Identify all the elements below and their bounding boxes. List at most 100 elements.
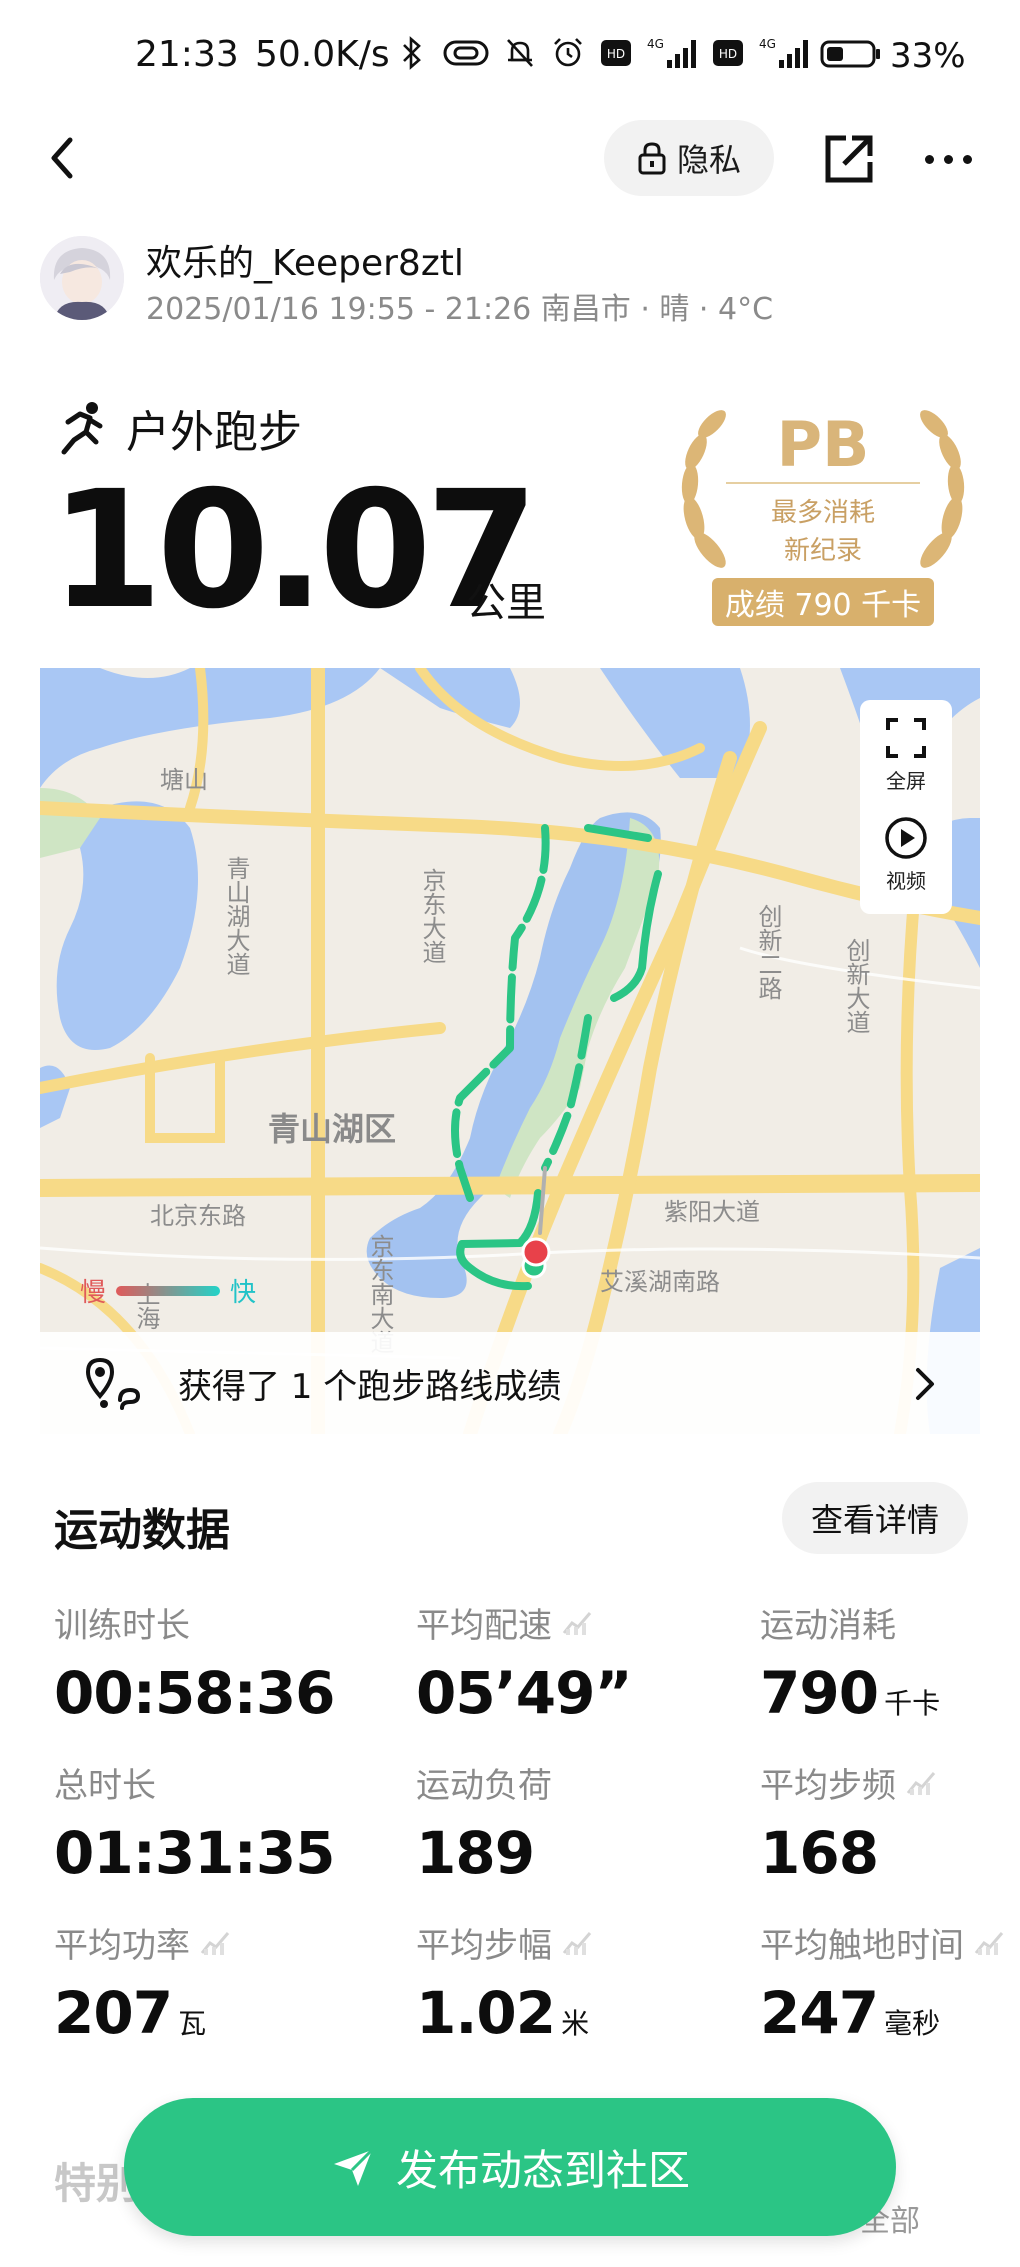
- route-achievement-banner[interactable]: 获得了 1 个跑步路线成绩: [40, 1332, 980, 1434]
- stat-unit: 米: [561, 2007, 590, 2040]
- stat-total-time: 总时长 01:31:35: [54, 1758, 354, 1887]
- stats-title: 运动数据: [54, 1505, 230, 1556]
- fullscreen-icon: [886, 718, 926, 758]
- privacy-button[interactable]: 隐私: [604, 120, 774, 196]
- route-pin-icon: [85, 1357, 141, 1410]
- stat-calories: 运动消耗 790 千卡: [760, 1598, 1020, 1727]
- pb-divider: [726, 482, 920, 484]
- video-label: 视频: [886, 869, 926, 893]
- map-label: 京东大道: [418, 868, 446, 964]
- legend-slow: 慢: [80, 1278, 107, 1308]
- stat-unit: 瓦: [178, 2007, 207, 2040]
- map-label: 创新二路: [754, 904, 782, 1000]
- status-bar: 21:33 50.0K/s HD 4G HD 4G 33%: [0, 0, 1020, 110]
- stat-training-load: 运动负荷 189: [416, 1758, 716, 1887]
- map-label: 青山湖区: [268, 1110, 397, 1148]
- user-row: 欢乐的_Keeper8ztl 2025/01/16 19:55 - 21:26 …: [40, 232, 980, 332]
- back-arrow-icon: [51, 137, 73, 179]
- activity-type-label: 户外跑步: [126, 407, 302, 458]
- share-button[interactable]: [822, 132, 876, 186]
- stat-value: 05’49”: [416, 1659, 633, 1727]
- distance-unit: 公里: [466, 580, 546, 626]
- stat-value: 790: [760, 1659, 879, 1727]
- hd-icon: HD: [711, 36, 745, 70]
- signal-4g-icon: 4G: [759, 36, 809, 70]
- share-icon: [825, 135, 873, 183]
- stat-avg-stride[interactable]: 平均步幅 1.02 米: [416, 1918, 716, 2047]
- trend-chart-icon: [200, 1931, 230, 1955]
- stat-label: 平均功率: [54, 1926, 190, 1966]
- stat-value: 247: [760, 1979, 879, 2047]
- battery-percent: 33%: [890, 36, 966, 76]
- trend-chart-icon: [906, 1771, 936, 1795]
- trend-chart-icon: [562, 1931, 592, 1955]
- back-button[interactable]: [40, 128, 100, 188]
- status-time: 21:33: [135, 34, 239, 75]
- stat-label: 运动消耗: [760, 1606, 896, 1646]
- hd-icon: HD: [599, 36, 633, 70]
- stat-label: 总时长: [54, 1766, 156, 1806]
- mute-bell-icon: [503, 36, 537, 70]
- svg-text:HD: HD: [607, 47, 625, 61]
- speed-legend: 慢 快: [80, 1272, 256, 1309]
- map-label: 创新大道: [842, 938, 870, 1034]
- svg-text:4G: 4G: [759, 37, 776, 51]
- lock-icon: [638, 142, 666, 175]
- more-dot-icon: [962, 154, 972, 164]
- stat-label: 平均步幅: [416, 1926, 552, 1966]
- map-label: 北京东路: [150, 1202, 246, 1230]
- avatar[interactable]: [40, 236, 124, 320]
- svg-text:4G: 4G: [647, 37, 664, 51]
- stat-label: 运动负荷: [416, 1766, 552, 1806]
- pb-title: PB: [776, 408, 870, 481]
- activity-type: 户外跑步: [56, 396, 302, 460]
- stat-avg-cadence[interactable]: 平均步频 168: [760, 1758, 1020, 1887]
- map-label: 紫阳大道: [664, 1198, 760, 1226]
- stat-training-time: 训练时长 00:58:36: [54, 1598, 354, 1727]
- stat-label: 平均步频: [760, 1766, 896, 1806]
- video-button[interactable]: 视频: [860, 816, 952, 894]
- battery-indicator: 33%: [820, 36, 966, 76]
- distance-value: 10.07: [50, 457, 538, 645]
- more-dot-icon: [924, 154, 934, 164]
- bluetooth-icon: [395, 36, 429, 70]
- signal-4g-icon: 4G: [647, 36, 697, 70]
- route-achievement-text: 获得了 1 个跑步路线成绩: [178, 1366, 562, 1407]
- pb-subtitle: 最多消耗: [770, 498, 875, 528]
- legend-gradient-bar: [116, 1285, 221, 1296]
- play-circle-icon: [885, 817, 927, 859]
- stat-ground-contact[interactable]: 平均触地时间 247 毫秒: [760, 1918, 1010, 2047]
- map-label: 艾溪湖南路: [600, 1268, 720, 1296]
- pb-badge[interactable]: PB 最多消耗 新纪录 成绩 790 千卡: [670, 400, 976, 630]
- status-icons: HD 4G HD 4G: [395, 36, 809, 70]
- stat-unit: 千卡: [884, 1687, 941, 1720]
- route-map[interactable]: 塘山 青山湖大道 京东大道 创新二路 创新大道 青山湖区 北京东路 紫阳大道 艾…: [40, 668, 980, 1434]
- more-dot-icon: [943, 154, 953, 164]
- stat-value: 1.02: [416, 1979, 556, 2047]
- view-details-button[interactable]: 查看详情: [782, 1482, 968, 1554]
- running-icon: [61, 402, 103, 455]
- fullscreen-button[interactable]: 全屏: [860, 716, 952, 794]
- stat-unit: 毫秒: [884, 2007, 941, 2040]
- username[interactable]: 欢乐的_Keeper8ztl: [146, 234, 464, 286]
- stat-label: 平均配速: [416, 1606, 552, 1646]
- stat-value: 00:58:36: [54, 1659, 336, 1727]
- stat-avg-pace[interactable]: 平均配速 05’49”: [416, 1598, 716, 1727]
- vpn-key-icon: [443, 36, 489, 70]
- map-label: 青山湖大道: [222, 856, 250, 976]
- stat-avg-power[interactable]: 平均功率 207 瓦: [54, 1918, 354, 2047]
- stat-label: 训练时长: [54, 1606, 190, 1646]
- activity-meta: 2025/01/16 19:55 - 21:26 南昌市 · 晴 · 4°C: [146, 292, 774, 327]
- trend-chart-icon: [974, 1931, 1004, 1955]
- publish-label: 发布动态到社区: [395, 2145, 690, 2195]
- stat-value: 207: [54, 1979, 173, 2047]
- more-button[interactable]: [918, 134, 978, 184]
- fullscreen-label: 全屏: [886, 769, 926, 793]
- stat-value: 01:31:35: [54, 1819, 336, 1887]
- battery-icon: [820, 39, 882, 73]
- publish-to-community-button[interactable]: 发布动态到社区: [124, 2098, 896, 2236]
- legend-fast: 快: [230, 1278, 257, 1308]
- send-icon: [333, 2148, 374, 2186]
- privacy-label: 隐私: [676, 141, 741, 179]
- pb-score: 成绩 790 千卡: [712, 578, 934, 626]
